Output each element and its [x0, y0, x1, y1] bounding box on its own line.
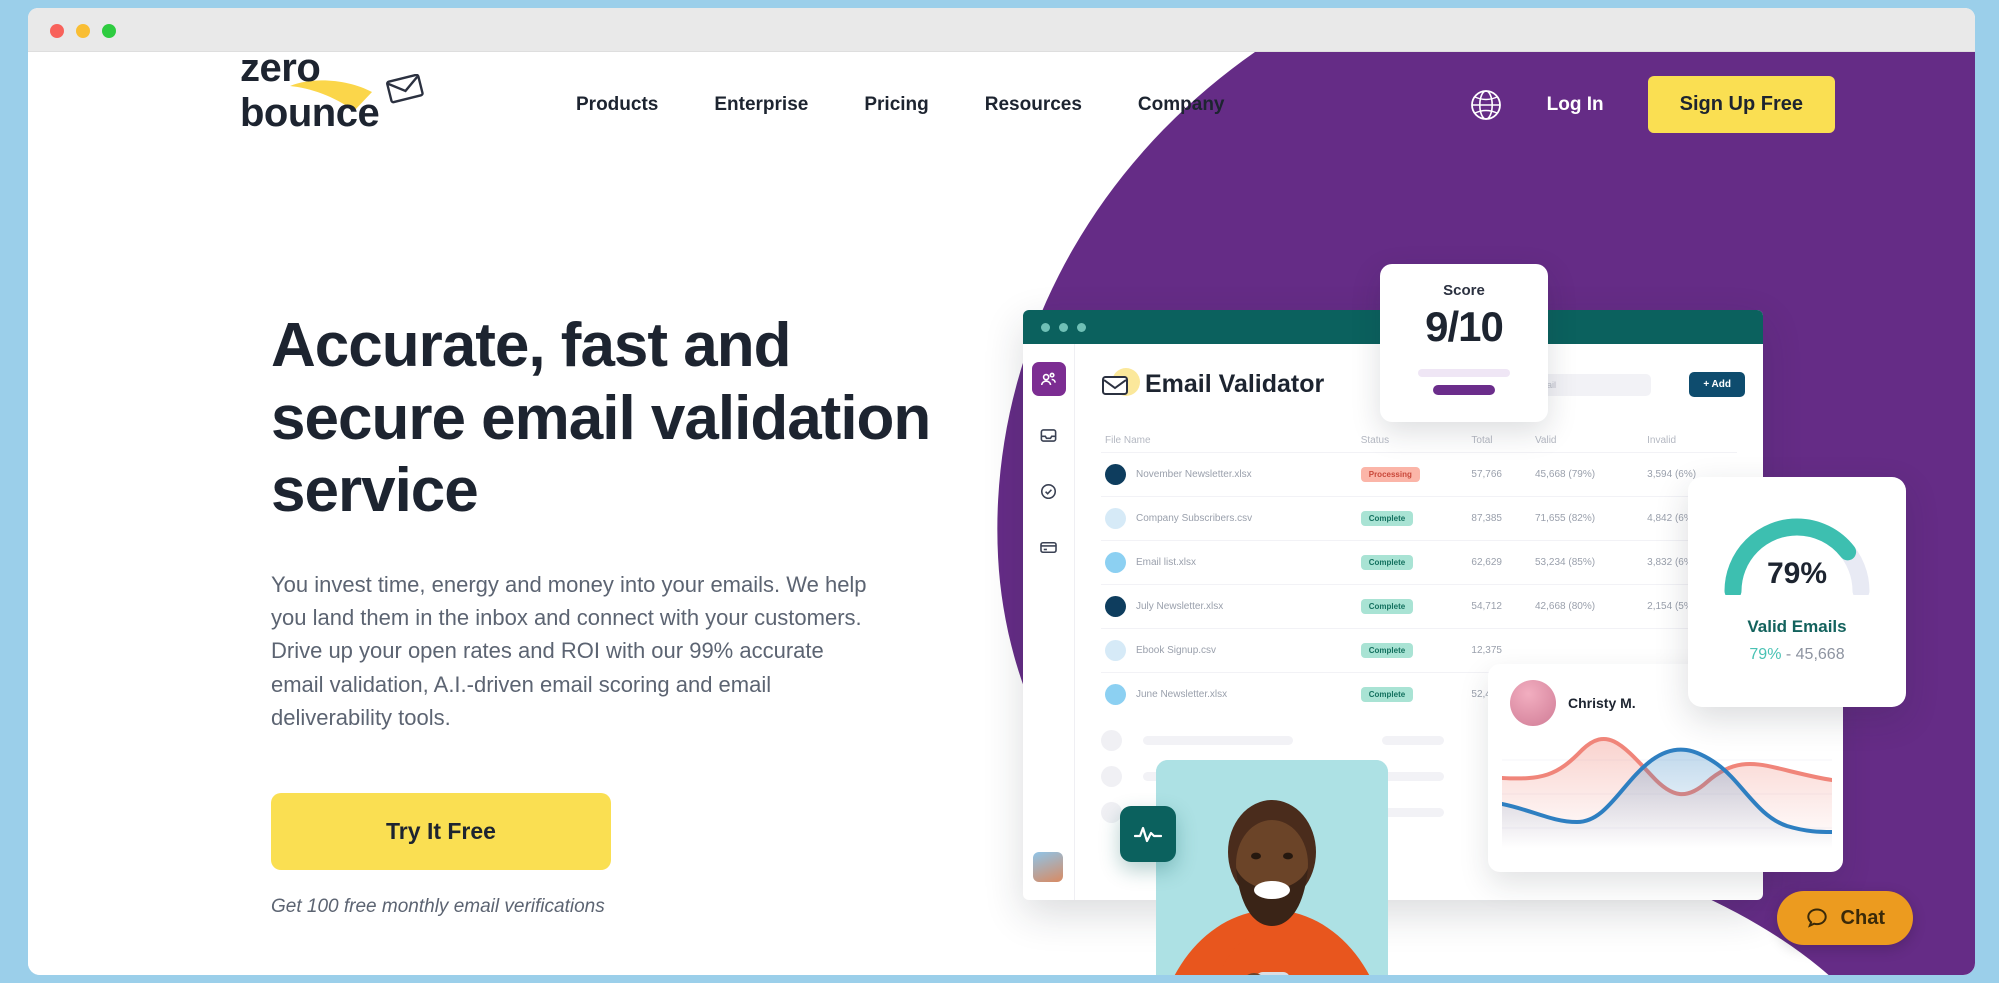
mockup-dot-2 [1059, 323, 1068, 332]
score-value: 9/10 [1425, 303, 1504, 350]
table-row[interactable]: November Newsletter.xlsx Processing 57,766… [1101, 452, 1737, 497]
hero-description: You invest time, energy and money into y… [271, 571, 867, 731]
mockup-dot-3 [1077, 323, 1086, 332]
cell-status: Complete [1356, 672, 1468, 716]
cell-valid: 42,668 (80%) [1531, 584, 1644, 629]
col-file-name: File Name [1105, 435, 1151, 446]
col-status: Status [1360, 435, 1390, 446]
nav-item-company[interactable]: Company [1110, 94, 1253, 116]
main-navigation: Products Enterprise Pricing Resources Co… [548, 52, 1253, 157]
chat-bubble-icon [1806, 908, 1827, 928]
try-it-free-button[interactable]: Try It Free [271, 792, 611, 870]
inbox-icon[interactable] [1032, 418, 1066, 452]
cell-file-name: July Newsletter.xlsx [1101, 584, 1357, 629]
pulse-icon [1120, 806, 1176, 862]
header-actions: Log In Sign Up Free [1469, 52, 1835, 157]
billing-icon[interactable] [1032, 530, 1066, 564]
avatar[interactable] [1033, 852, 1063, 882]
cell-valid: 71,655 (82%) [1531, 496, 1644, 541]
envelope-icon [1102, 375, 1128, 395]
cell-file-name: June Newsletter.xlsx [1101, 672, 1357, 716]
cell-total: 54,712 [1467, 584, 1531, 629]
status-badge: Complete [1360, 599, 1414, 614]
table-row[interactable]: July Newsletter.xlsx Complete 54,712 42,668… [1101, 584, 1737, 629]
cell-valid: 53,234 (85%) [1531, 540, 1644, 585]
status-badge: Complete [1360, 643, 1414, 658]
status-badge: Complete [1360, 555, 1414, 570]
zerobounce-logo[interactable]: zero bounce [240, 52, 460, 136]
cell-total: 62,629 [1467, 540, 1531, 585]
cell-file-name: Email list.xlsx [1101, 540, 1357, 585]
gauge-detail-pct: 79% [1749, 646, 1782, 663]
customer-photo-card [1156, 760, 1388, 975]
chat-widget-button[interactable]: Chat [1776, 891, 1913, 945]
cell-status: Complete [1356, 540, 1468, 585]
gauge-detail: 79% - 45,668 [1688, 646, 1906, 664]
gauge-percent-label: 79% [1766, 557, 1828, 590]
cell-status: Processing [1356, 452, 1468, 497]
minimize-traffic-light[interactable] [76, 24, 90, 38]
col-invalid: Invalid [1647, 435, 1677, 446]
cell-file-name: Company Subscribers.csv [1101, 496, 1357, 541]
line-chart [1500, 737, 1834, 848]
page-content: zero bounce Products Enterprise Pricing … [28, 52, 1975, 975]
cell-status: Complete [1356, 628, 1468, 673]
maximize-traffic-light[interactable] [102, 24, 116, 38]
login-link[interactable]: Log In [1547, 94, 1604, 116]
col-valid: Valid [1535, 435, 1557, 446]
cell-total: 57,766 [1467, 452, 1531, 497]
nav-item-products[interactable]: Products [548, 94, 686, 116]
cell-valid: 45,668 (79%) [1531, 452, 1644, 497]
cell-status: Complete [1356, 496, 1468, 541]
score-bar-solid [1433, 385, 1495, 395]
users-icon[interactable] [1031, 362, 1066, 396]
table-header-row: File Name Status Total Valid Invalid [1101, 429, 1737, 453]
score-bar-light [1418, 369, 1510, 377]
chart-author-name: Christy M. [1568, 695, 1636, 711]
nav-item-resources[interactable]: Resources [957, 94, 1110, 116]
status-badge: Processing [1360, 467, 1420, 482]
cta-note: Get 100 free monthly email verifications [271, 895, 605, 917]
status-badge: Complete [1360, 511, 1414, 526]
cell-file-name: November Newsletter.xlsx [1101, 452, 1357, 497]
nav-item-enterprise[interactable]: Enterprise [686, 94, 836, 116]
signup-free-button[interactable]: Sign Up Free [1647, 76, 1835, 133]
browser-titlebar [28, 8, 1975, 52]
score-label: Score [1443, 282, 1485, 299]
logo-wordmark: zero bounce [240, 52, 380, 135]
gauge-detail-rest: - 45,668 [1781, 646, 1845, 663]
score-card: Score 9/10 [1380, 264, 1548, 422]
mockup-dot-1 [1041, 323, 1050, 332]
hero-section: Accurate, fast and secure email validati… [271, 310, 951, 918]
mockup-heading: Email Validator [1145, 370, 1325, 398]
verified-icon[interactable] [1032, 474, 1066, 508]
gauge-title: Valid Emails [1747, 617, 1847, 636]
cell-total: 87,385 [1467, 496, 1531, 541]
globe-icon[interactable] [1469, 88, 1503, 122]
cell-status: Complete [1356, 584, 1468, 629]
page-title: Accurate, fast and secure email validati… [271, 311, 931, 526]
table-row[interactable]: Company Subscribers.csv Complete 87,385 71,… [1101, 496, 1737, 541]
mockup-sidebar [1023, 344, 1075, 900]
valid-emails-gauge-card: 79% Valid Emails 79% - 45,668 [1688, 477, 1906, 707]
cell-file-name: Ebook Signup.csv [1101, 628, 1357, 673]
site-header: zero bounce Products Enterprise Pricing … [28, 52, 1975, 157]
status-badge: Complete [1360, 687, 1414, 702]
nav-item-pricing[interactable]: Pricing [836, 94, 956, 116]
close-traffic-light[interactable] [50, 24, 64, 38]
browser-window: zero bounce Products Enterprise Pricing … [28, 8, 1975, 975]
table-row[interactable]: Email list.xlsx Complete 62,629 53,234 (85%… [1101, 540, 1737, 585]
chat-label: Chat [1840, 906, 1885, 929]
avatar [1510, 680, 1556, 726]
add-button[interactable]: + Add [1689, 372, 1745, 397]
gauge-chart: 79% [1717, 503, 1877, 600]
col-total: Total [1471, 435, 1493, 446]
